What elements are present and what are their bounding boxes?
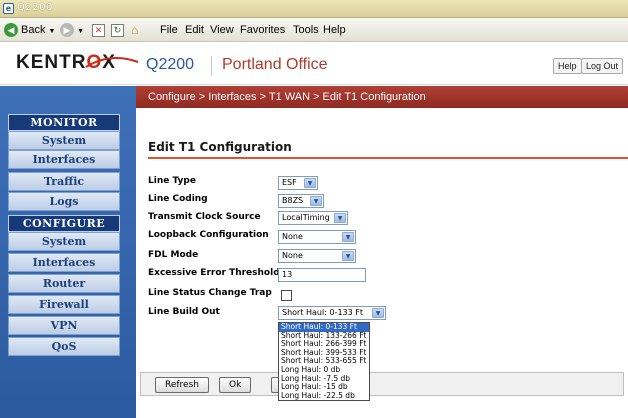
app-header: KENTROX Q2200 Portland Office Help Log O… <box>0 43 628 85</box>
sidebar-item-configure-system[interactable]: System <box>8 232 120 251</box>
loopback-configuration-value: None <box>282 232 303 241</box>
breadcrumb: Configure > Interfaces > T1 WAN > Edit T… <box>136 86 628 108</box>
logo-text-a: KENTR <box>16 52 87 73</box>
page-title: Edit T1 Configuration <box>148 140 292 154</box>
menu-file[interactable]: File <box>160 21 178 39</box>
sidebar-item-qos[interactable]: QoS <box>8 337 120 356</box>
line-type-select[interactable]: ESF ▼ <box>278 176 318 190</box>
sidebar-item-configure-interfaces[interactable]: Interfaces <box>8 253 120 272</box>
refresh-icon: ↻ <box>111 23 124 37</box>
sidebar-item-vpn[interactable]: VPN <box>8 316 120 335</box>
browser-icon: e <box>3 3 14 14</box>
logo-swoosh-icon <box>85 57 139 68</box>
excessive-error-threshold-label: Excessive Error Threshold <box>148 268 280 278</box>
chevron-down-icon: ▼ <box>334 213 346 223</box>
help-button[interactable]: Help <box>553 58 582 74</box>
window-title-bar: e Q2200 <box>0 0 628 18</box>
line-type-value: ESF <box>282 178 297 187</box>
line-build-out-label: Line Build Out <box>148 307 220 317</box>
header-divider <box>211 56 212 76</box>
fdl-mode-value: None <box>282 251 303 260</box>
dropdown-option[interactable]: Long Haul: -22.5 db <box>279 391 369 401</box>
back-arrow-icon: ◀ <box>4 23 18 38</box>
back-button[interactable]: ◀ Back ▼ <box>4 21 55 39</box>
sidebar-item-traffic[interactable]: Traffic <box>8 172 120 191</box>
sidebar-item-logs[interactable]: Logs <box>8 192 120 211</box>
window-title: Q2200 <box>17 2 53 13</box>
fdl-mode-select[interactable]: None ▼ <box>278 249 356 263</box>
refresh-button[interactable]: Refresh <box>155 377 209 393</box>
transmit-clock-source-value: LocalTiming <box>282 213 330 222</box>
menu-view[interactable]: View <box>210 21 234 39</box>
refresh-page-button[interactable]: ↻ <box>111 21 124 39</box>
line-coding-value: B8ZS <box>282 196 304 205</box>
line-coding-label: Line Coding <box>148 194 208 204</box>
ok-button[interactable]: Ok <box>219 377 252 393</box>
line-build-out-value: Short Haul: 0-133 Ft <box>282 308 363 317</box>
fdl-mode-label: FDL Mode <box>148 250 199 260</box>
line-status-change-trap-checkbox[interactable] <box>281 290 292 301</box>
sidebar-item-router[interactable]: Router <box>8 274 120 293</box>
back-label: Back <box>21 24 46 36</box>
transmit-clock-source-label: Transmit Clock Source <box>148 212 261 222</box>
back-dropdown-icon: ▼ <box>48 28 56 35</box>
main-content: Edit T1 Configuration Line Type ESF ▼ Li… <box>136 108 628 418</box>
home-button[interactable]: ⌂ <box>131 21 138 39</box>
line-coding-select[interactable]: B8ZS ▼ <box>278 194 324 208</box>
menu-help[interactable]: Help <box>323 21 346 39</box>
loopback-configuration-select[interactable]: None ▼ <box>278 230 356 244</box>
excessive-error-threshold-input[interactable]: 13 <box>278 268 366 282</box>
product-name: Q2200 <box>146 56 195 73</box>
title-rule <box>148 157 628 159</box>
sidebar: MONITOR System Interfaces Traffic Logs C… <box>0 86 136 418</box>
chevron-down-icon: ▼ <box>304 178 316 188</box>
line-build-out-dropdown[interactable]: Short Haul: 0-133 Ft Short Haul: 133-266… <box>278 322 370 402</box>
browser-toolbar: ◀ Back ▼ ▶ ▼ ✕ ↻ ⌂ File Edit View Favorit… <box>0 18 628 42</box>
chevron-down-icon: ▼ <box>372 308 384 318</box>
transmit-clock-source-select[interactable]: LocalTiming ▼ <box>278 211 348 225</box>
line-type-label: Line Type <box>148 176 196 186</box>
sidebar-header-configure: CONFIGURE <box>8 215 120 232</box>
line-build-out-select[interactable]: Short Haul: 0-133 Ft ▼ <box>278 306 386 320</box>
sidebar-header-monitor: MONITOR <box>8 114 120 131</box>
stop-button[interactable]: ✕ <box>92 21 105 39</box>
forward-dropdown-icon: ▼ <box>77 28 84 35</box>
chevron-down-icon: ▼ <box>342 232 354 242</box>
site-name: Portland Office <box>222 56 328 73</box>
forward-arrow-icon: ▶ <box>60 23 74 38</box>
home-icon: ⌂ <box>131 23 139 37</box>
sidebar-item-monitor-interfaces[interactable]: Interfaces <box>8 150 120 169</box>
line-status-change-trap-label: Line Status Change Trap <box>148 288 272 298</box>
stop-icon: ✕ <box>92 23 105 37</box>
chevron-down-icon: ▼ <box>310 196 322 206</box>
forward-button[interactable]: ▶ ▼ <box>60 21 84 39</box>
chevron-down-icon: ▼ <box>342 251 354 261</box>
button-bar: Refresh Ok <box>140 372 624 396</box>
logout-button[interactable]: Log Out <box>581 58 624 74</box>
sidebar-item-firewall[interactable]: Firewall <box>8 295 120 314</box>
menu-tools[interactable]: Tools <box>293 21 319 39</box>
loopback-configuration-label: Loopback Configuration <box>148 230 269 240</box>
menu-edit[interactable]: Edit <box>185 21 204 39</box>
sidebar-item-monitor-system[interactable]: System <box>8 131 120 150</box>
menu-favorites[interactable]: Favorites <box>240 21 285 39</box>
